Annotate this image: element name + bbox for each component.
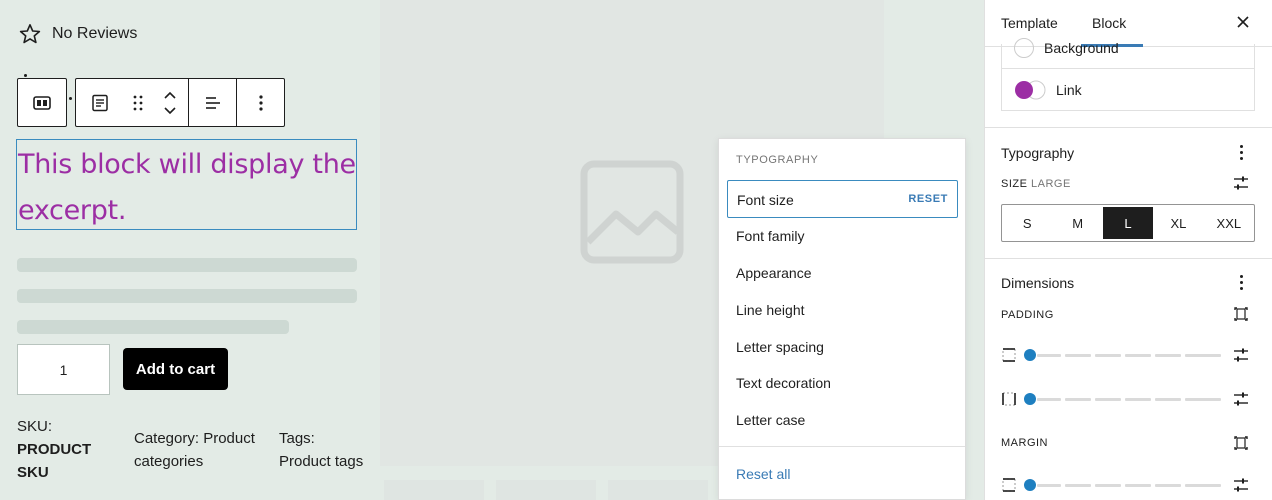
align-icon — [205, 96, 220, 109]
toolbar-dot — [24, 74, 27, 77]
padding-horizontal-row — [1001, 391, 1257, 407]
menu-item-font-size[interactable]: Font size RESET — [727, 180, 958, 218]
drag-handle-button[interactable] — [124, 79, 152, 126]
menu-item-letter-case[interactable]: Letter case — [736, 412, 805, 428]
quantity-input[interactable]: 1 — [17, 344, 110, 395]
excerpt-block-icon — [92, 94, 108, 111]
menu-item-appearance[interactable]: Appearance — [736, 265, 812, 281]
font-size-m[interactable]: M — [1052, 207, 1102, 239]
color-settings: Background Link — [1001, 37, 1255, 111]
custom-size-icon[interactable] — [1233, 175, 1249, 191]
menu-item-letter-spacing[interactable]: Letter spacing — [736, 339, 824, 355]
category-label: Category: — [134, 430, 200, 447]
typography-panel-title[interactable]: Typography — [1001, 145, 1074, 161]
padding-vertical-icon — [1002, 348, 1016, 362]
typography-options-icon[interactable] — [1237, 144, 1245, 160]
parent-block-group — [17, 78, 67, 127]
move-up-down-button[interactable] — [152, 79, 188, 126]
margin-vertical-row — [1001, 477, 1257, 493]
move-up-down-icon — [164, 91, 176, 114]
text-placeholder-line — [17, 289, 357, 303]
padding-horizontal-icon — [1002, 392, 1016, 406]
typography-options-menu: TYPOGRAPHY Font size RESET Font family A… — [718, 138, 966, 500]
dimensions-panel-title[interactable]: Dimensions — [1001, 275, 1074, 291]
align-button[interactable] — [188, 79, 236, 126]
link-color-swatch — [1015, 80, 1046, 100]
custom-value-icon[interactable] — [1233, 391, 1249, 407]
sku-value-line1: PRODUCT — [17, 441, 92, 458]
custom-value-icon[interactable] — [1233, 347, 1249, 363]
reset-all-button[interactable]: Reset all — [736, 466, 790, 482]
more-options-button[interactable] — [236, 79, 284, 126]
block-tools-group — [75, 78, 285, 127]
sku-value-line2: SKU — [17, 464, 49, 481]
menu-item-line-height[interactable]: Line height — [736, 302, 805, 318]
font-size-l[interactable]: L — [1102, 207, 1154, 239]
product-rating: No Reviews — [18, 22, 137, 46]
panel-divider — [985, 258, 1272, 259]
tags-meta: Tags: Product tags — [279, 427, 363, 473]
slider-thumb[interactable] — [1024, 393, 1036, 405]
add-to-cart-button[interactable]: Add to cart — [123, 348, 228, 390]
gallery-thumbnail[interactable] — [384, 480, 484, 500]
tags-value: Product tags — [279, 453, 364, 470]
background-label: Background — [1044, 39, 1119, 56]
size-label: SIZE LARGE — [1001, 178, 1071, 190]
color-link-row[interactable]: Link — [1002, 68, 1254, 111]
sku-meta: SKU: PRODUCT SKU — [17, 415, 91, 484]
reset-font-size-button[interactable]: RESET — [908, 193, 948, 205]
dimensions-options-icon[interactable] — [1237, 274, 1245, 290]
excerpt-block[interactable]: This block will display the excerpt. — [16, 139, 357, 230]
font-size-xl[interactable]: XL — [1153, 207, 1203, 239]
text-placeholder-line — [17, 320, 289, 334]
category-value-a: Product — [203, 430, 255, 447]
padding-horizontal-slider[interactable] — [1023, 393, 1221, 405]
menu-item-text-decoration[interactable]: Text decoration — [736, 375, 831, 391]
margin-label: MARGIN — [1001, 437, 1048, 449]
unlink-sides-icon[interactable] — [1233, 435, 1249, 451]
font-size-xxl[interactable]: XXL — [1204, 207, 1254, 239]
panel-divider — [985, 127, 1272, 128]
category-meta: Category: Product categories — [134, 427, 255, 473]
select-parent-button[interactable] — [18, 79, 66, 126]
link-label: Link — [1056, 82, 1082, 98]
margin-vertical-icon — [1002, 478, 1016, 492]
font-size-picker: S M L XL XXL — [1001, 204, 1255, 242]
margin-vertical-slider[interactable] — [1023, 479, 1221, 491]
reviews-label: No Reviews — [52, 25, 138, 42]
custom-value-icon[interactable] — [1233, 477, 1249, 493]
menu-item-font-family[interactable]: Font family — [736, 228, 804, 244]
text-placeholder-line — [17, 258, 357, 272]
size-value: LARGE — [1031, 178, 1071, 190]
block-toolbar — [17, 78, 285, 127]
image-placeholder-icon — [580, 160, 684, 264]
font-size-s[interactable]: S — [1002, 207, 1052, 239]
block-type-button[interactable] — [76, 79, 124, 126]
menu-title: TYPOGRAPHY — [736, 154, 819, 166]
padding-vertical-row — [1001, 347, 1257, 363]
padding-label: PADDING — [1001, 309, 1054, 321]
settings-sidebar: Template Block Background Link Typograph… — [984, 0, 1272, 500]
color-background-row[interactable]: Background — [1002, 27, 1254, 68]
star-outline-icon — [19, 24, 41, 44]
menu-divider — [719, 446, 965, 447]
slider-thumb[interactable] — [1024, 479, 1036, 491]
padding-vertical-slider[interactable] — [1023, 349, 1221, 361]
columns-icon — [33, 95, 51, 110]
category-value-b: categories — [134, 453, 204, 470]
excerpt-text: This block will display the excerpt. — [18, 149, 356, 226]
drag-handle-icon — [133, 95, 143, 110]
more-options-icon — [258, 94, 263, 111]
gallery-thumbnail[interactable] — [608, 480, 708, 500]
background-swatch — [1014, 37, 1034, 58]
gallery-thumbnail[interactable] — [496, 480, 596, 500]
tags-label: Tags: — [279, 430, 315, 447]
sku-label: SKU: — [17, 418, 53, 435]
slider-thumb[interactable] — [1024, 349, 1036, 361]
unlink-sides-icon[interactable] — [1233, 306, 1249, 322]
menu-item-label: Font size — [737, 192, 794, 208]
